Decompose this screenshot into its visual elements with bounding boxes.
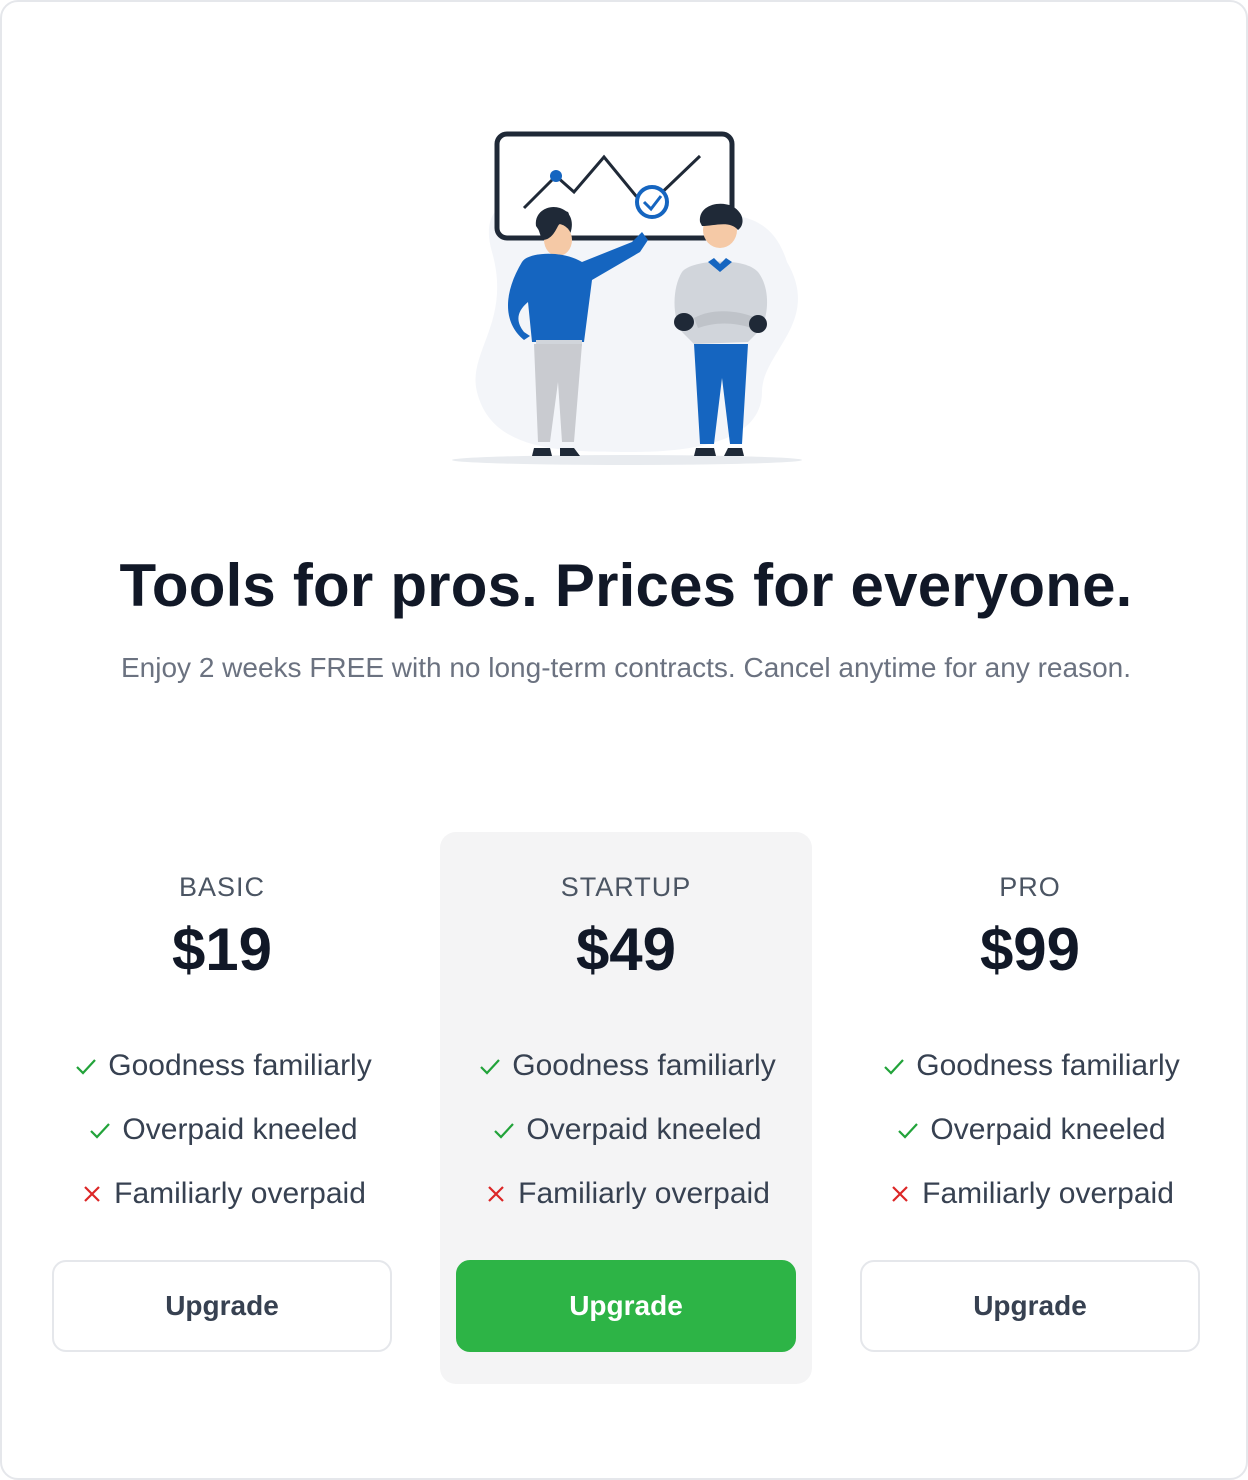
- check-icon: [76, 1059, 97, 1075]
- feature-label: Familiarly overpaid: [922, 1177, 1174, 1210]
- feature-label: Familiarly overpaid: [518, 1177, 770, 1210]
- plan-card-startup: STARTUP $49 Goodness familiarly Overpaid…: [440, 832, 812, 1384]
- plan-card-pro: PRO $99 Goodness familiarly Overpaid kne…: [844, 832, 1216, 1384]
- feature-item: Familiarly overpaid: [844, 1162, 1216, 1226]
- feature-item: Familiarly overpaid: [36, 1162, 408, 1226]
- feature-list: Goodness familiarly Overpaid kneeled Fam…: [844, 1034, 1216, 1226]
- plan-card-basic: BASIC $19 Goodness familiarly Overpaid k…: [36, 832, 408, 1384]
- feature-item: Overpaid kneeled: [844, 1098, 1216, 1162]
- upgrade-basic-button[interactable]: Upgrade: [52, 1260, 392, 1352]
- check-icon: [884, 1059, 905, 1075]
- check-icon: [898, 1123, 919, 1139]
- feature-item: Familiarly overpaid: [440, 1162, 812, 1226]
- feature-label: Overpaid kneeled: [526, 1113, 762, 1146]
- plan-price: $49: [575, 916, 677, 983]
- feature-label: Overpaid kneeled: [122, 1113, 358, 1146]
- feature-item: Goodness familiarly: [440, 1034, 812, 1098]
- feature-item: Overpaid kneeled: [36, 1098, 408, 1162]
- plan-name: BASIC: [178, 872, 266, 902]
- check-icon: [494, 1123, 515, 1139]
- feature-label: Overpaid kneeled: [930, 1113, 1166, 1146]
- feature-list: Goodness familiarly Overpaid kneeled Fam…: [36, 1034, 408, 1226]
- feature-label: Goodness familiarly: [108, 1049, 372, 1082]
- page-headline: Tools for pros. Prices for everyone.: [119, 552, 1133, 619]
- feature-item: Goodness familiarly: [844, 1034, 1216, 1098]
- upgrade-startup-button[interactable]: Upgrade: [456, 1260, 796, 1352]
- plan-name: PRO: [999, 872, 1061, 902]
- feature-label: Familiarly overpaid: [114, 1177, 366, 1210]
- plan-price: $99: [979, 916, 1081, 983]
- feature-label: Goodness familiarly: [512, 1049, 776, 1082]
- feature-label: Goodness familiarly: [916, 1049, 1180, 1082]
- feature-item: Overpaid kneeled: [440, 1098, 812, 1162]
- feature-list: Goodness familiarly Overpaid kneeled Fam…: [440, 1034, 812, 1226]
- pricing-card: Tools for pros. Prices for everyone. Enj…: [0, 0, 1248, 1480]
- check-icon: [90, 1123, 111, 1139]
- team-presentation-illustration: [452, 131, 802, 465]
- plan-price: $19: [171, 916, 273, 983]
- cross-icon: [488, 1186, 504, 1202]
- cross-icon: [892, 1186, 908, 1202]
- plan-name: STARTUP: [560, 872, 692, 902]
- upgrade-pro-button[interactable]: Upgrade: [860, 1260, 1200, 1352]
- cross-icon: [84, 1186, 100, 1202]
- feature-item: Goodness familiarly: [36, 1034, 408, 1098]
- check-icon: [480, 1059, 501, 1075]
- page-subtitle: Enjoy 2 weeks FREE with no long-term con…: [121, 652, 1131, 683]
